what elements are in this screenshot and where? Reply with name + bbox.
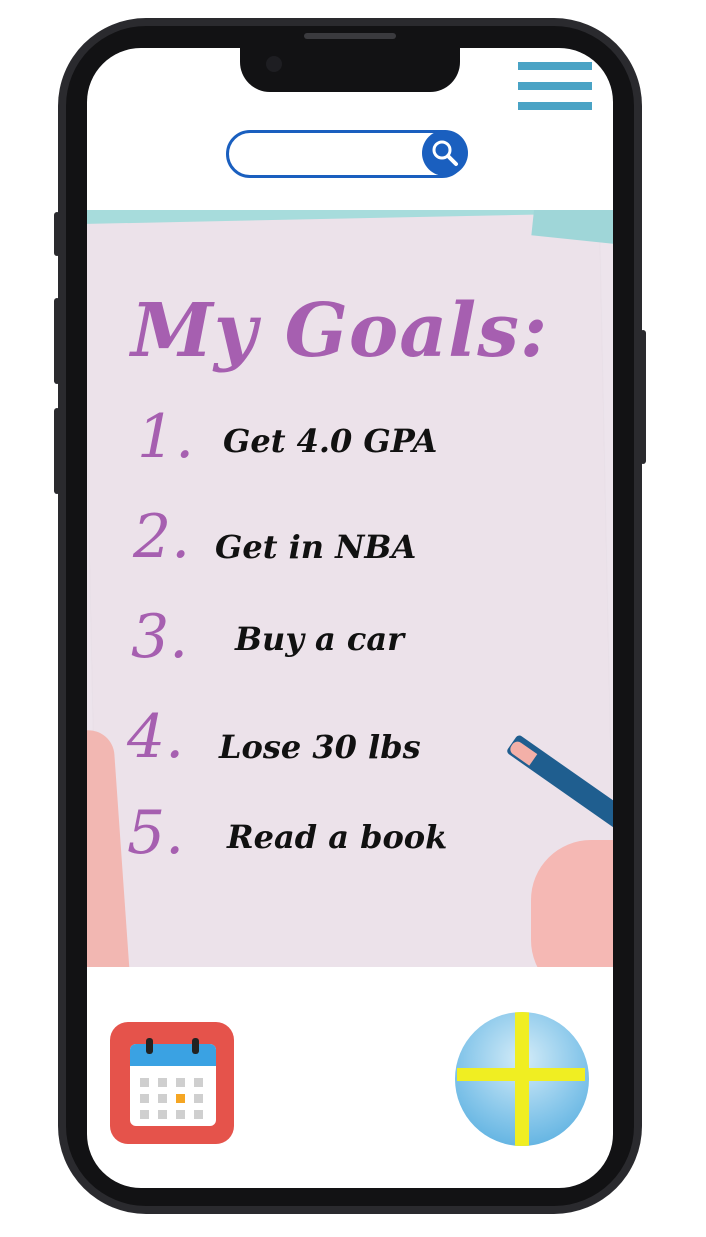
- plus-icon-horizontal: [457, 1068, 585, 1081]
- goal-text: Get 4.0 GPA: [223, 422, 438, 460]
- calendar-ring: [192, 1038, 199, 1054]
- calendar-day: [158, 1094, 167, 1103]
- front-camera: [266, 56, 282, 72]
- goals-note: My Goals: 1. Get 4.0 GPA 2. Get in NBA 3…: [87, 210, 613, 967]
- speaker-grille: [304, 33, 396, 39]
- goal-text: Lose 30 lbs: [219, 728, 421, 766]
- side-button-power: [640, 330, 646, 464]
- goals-title: My Goals:: [131, 288, 549, 374]
- side-button-volume-down: [54, 408, 60, 494]
- menu-button[interactable]: [518, 62, 592, 112]
- calendar-ring: [146, 1038, 153, 1054]
- calendar-day: [176, 1110, 185, 1119]
- magnifier-icon: [432, 140, 458, 166]
- side-button-volume-up: [54, 298, 60, 384]
- search-input[interactable]: [243, 141, 417, 169]
- goal-number: 5.: [127, 798, 185, 868]
- calendar-day: [140, 1094, 149, 1103]
- goal-number: 3.: [131, 602, 189, 672]
- menu-bar-bottom: [518, 102, 592, 110]
- calendar-day: [140, 1078, 149, 1087]
- calendar-day: [194, 1110, 203, 1119]
- calendar-day: [194, 1094, 203, 1103]
- calendar-icon: [130, 1044, 216, 1126]
- goal-number: 1.: [137, 402, 195, 472]
- goal-text: Buy a car: [235, 620, 404, 658]
- goal-number: 2.: [133, 502, 191, 572]
- add-goal-button[interactable]: [455, 1012, 589, 1146]
- calendar-header: [130, 1044, 216, 1066]
- calendar-button[interactable]: [110, 1022, 234, 1144]
- calendar-day: [140, 1110, 149, 1119]
- goal-number: 4.: [127, 702, 185, 772]
- calendar-day: [176, 1078, 185, 1087]
- calendar-day: [194, 1078, 203, 1087]
- menu-bar-middle: [518, 82, 592, 90]
- calendar-day: [158, 1078, 167, 1087]
- search-button[interactable]: [422, 130, 468, 176]
- goal-text: Get in NBA: [215, 528, 417, 566]
- side-button-silent: [54, 212, 60, 256]
- goal-text: Read a book: [227, 818, 448, 856]
- calendar-day-highlighted: [176, 1094, 185, 1103]
- hamburger-menu-icon: [518, 62, 592, 70]
- calendar-day: [158, 1110, 167, 1119]
